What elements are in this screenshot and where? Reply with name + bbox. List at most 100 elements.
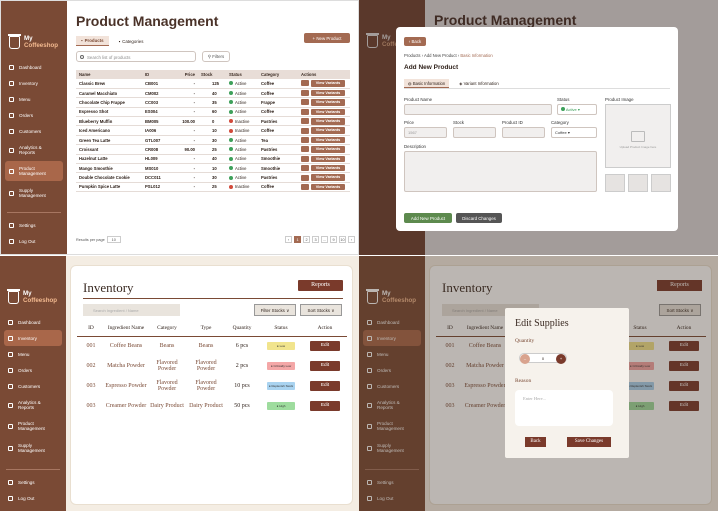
view-variants-button[interactable]: View Variants [311,174,345,181]
discard-changes-button[interactable]: Discard Changes [456,213,502,223]
nav-menu[interactable]: Menu [0,346,66,362]
product-id-field[interactable] [502,127,545,138]
image-thumb-3[interactable] [651,174,671,192]
breadcrumb-products[interactable]: Products [404,53,421,58]
view-variants-button[interactable]: View Variants [311,118,345,125]
reports-button[interactable]: Reports [298,280,343,291]
col-stock[interactable]: Stock [198,70,226,79]
tab-products[interactable]: ▪ Products [76,36,109,46]
image-upload-area[interactable]: Upload Product Image here [605,104,671,168]
page-...[interactable]: ... [321,236,328,243]
nav-inventory[interactable]: Inventory [4,330,62,346]
cell-quantity: 6 pcs [235,343,249,350]
edit-button[interactable]: Edit [310,341,340,352]
image-thumb-2[interactable] [628,174,648,192]
nav-orders[interactable]: Orders [1,107,67,123]
nav-inventory[interactable]: Inventory [1,75,67,91]
view-variants-button[interactable]: View Variants [311,155,345,163]
nav-customers[interactable]: Customers [0,378,66,394]
edit-icon[interactable] [301,155,309,162]
view-variants-button[interactable]: View Variants [311,99,345,106]
cell-action: Edit [303,396,347,416]
nav-supply-management[interactable]: Supply Management [1,181,67,205]
view-variants-button[interactable]: View Variants [311,183,345,191]
col-id[interactable]: ID [142,70,174,79]
edit-button[interactable]: Edit [310,381,340,391]
edit-icon[interactable] [301,165,309,172]
tab-basic-information[interactable]: ◍ Basic Information [404,79,450,88]
sort-stocks-button[interactable]: Sort Stocks ∨ [300,304,342,316]
page-title: Inventory [83,280,134,295]
nav-analytics[interactable]: Analytics & Reports [1,139,67,161]
view-variants-button[interactable]: View Variants [311,89,345,97]
back-button[interactable]: Back [525,437,546,447]
edit-button[interactable]: Edit [310,361,340,371]
nav-settings[interactable]: Settings [0,474,66,490]
results-per-page: Results per page 10 [76,236,121,243]
save-changes-button[interactable]: Save Changes [567,437,611,447]
product-name-field[interactable] [404,104,552,115]
edit-icon[interactable] [301,183,309,190]
nav-product-management[interactable]: Product Management [5,161,63,181]
view-variants-button[interactable]: View Variants [311,146,345,153]
nav-dashboard[interactable]: Dashboard [1,59,67,75]
price-field[interactable]: 1567 [404,127,447,138]
filter-stocks-button[interactable]: Filter Stocks ∨ [254,304,296,316]
page-9[interactable]: 9 [330,236,337,243]
tab-variant-information[interactable]: ◈ Variant Information [459,79,498,88]
edit-icon[interactable] [301,146,309,153]
plus-icon[interactable]: + [556,354,566,364]
results-select[interactable]: 10 [106,236,121,243]
edit-icon[interactable] [301,90,309,97]
nav-customers[interactable]: Customers [1,123,67,139]
breadcrumb-add[interactable]: Add New Product [424,53,457,58]
add-new-product-button[interactable]: Add New Product [404,213,452,223]
page-3[interactable]: 3 [312,236,319,243]
stock-field[interactable] [453,127,496,138]
nav-orders[interactable]: Orders [0,362,66,378]
prev-page-icon[interactable]: ‹ [285,236,292,243]
tab-categories[interactable]: ▪ Categories [114,36,149,46]
view-variants-button[interactable]: View Variants [311,127,345,134]
edit-icon[interactable] [301,137,309,144]
view-variants-button[interactable]: View Variants [311,164,345,172]
category-select[interactable]: Coffee ▾ [551,127,597,138]
filters-button[interactable]: ⚲ Filters [202,51,230,62]
nav-dashboard[interactable]: Dashboard [0,314,66,330]
search-input[interactable]: Search Ingredient / Name [83,304,180,316]
page-10[interactable]: 10 [339,236,346,243]
new-product-button[interactable]: + New Product [304,33,350,43]
edit-icon[interactable] [301,108,309,115]
cell-id: PSL012 [142,182,174,193]
status-select[interactable]: Active ▾ [557,104,597,115]
search-input[interactable]: Search list of products [76,51,196,62]
next-page-icon[interactable]: › [348,236,355,243]
nav-product-management[interactable]: Product Management [0,416,66,436]
col-price[interactable]: Price [174,70,198,79]
check-icon [229,109,233,114]
nav-logout[interactable]: Log Out [0,490,66,506]
image-thumb-1[interactable] [605,174,625,192]
view-variants-button[interactable]: View Variants [311,108,345,116]
nav-logout[interactable]: Log Out [1,233,67,249]
view-variants-button[interactable]: View Variants [311,80,345,87]
nav-menu[interactable]: Menu [1,91,67,107]
edit-icon[interactable] [301,174,309,181]
view-variants-button[interactable]: View Variants [311,136,345,144]
col-name[interactable]: Name [76,70,142,79]
nav-supply-management[interactable]: Supply Management [0,436,66,460]
edit-icon[interactable] [301,127,309,134]
page-2[interactable]: 2 [303,236,310,243]
edit-button[interactable]: Edit [310,401,340,411]
reason-field[interactable]: Enter Here... [515,390,613,426]
minus-icon[interactable]: – [520,354,530,364]
quantity-stepper[interactable]: – 0 + [519,353,567,364]
nav-analytics[interactable]: Analytics & Reports [0,394,66,416]
back-button[interactable]: ‹ Back [404,37,426,46]
edit-icon[interactable] [301,80,309,87]
page-1[interactable]: 1 [294,236,301,243]
edit-icon[interactable] [301,118,309,125]
edit-icon[interactable] [301,99,309,106]
nav-settings[interactable]: Settings [1,217,67,233]
description-field[interactable] [404,151,597,192]
